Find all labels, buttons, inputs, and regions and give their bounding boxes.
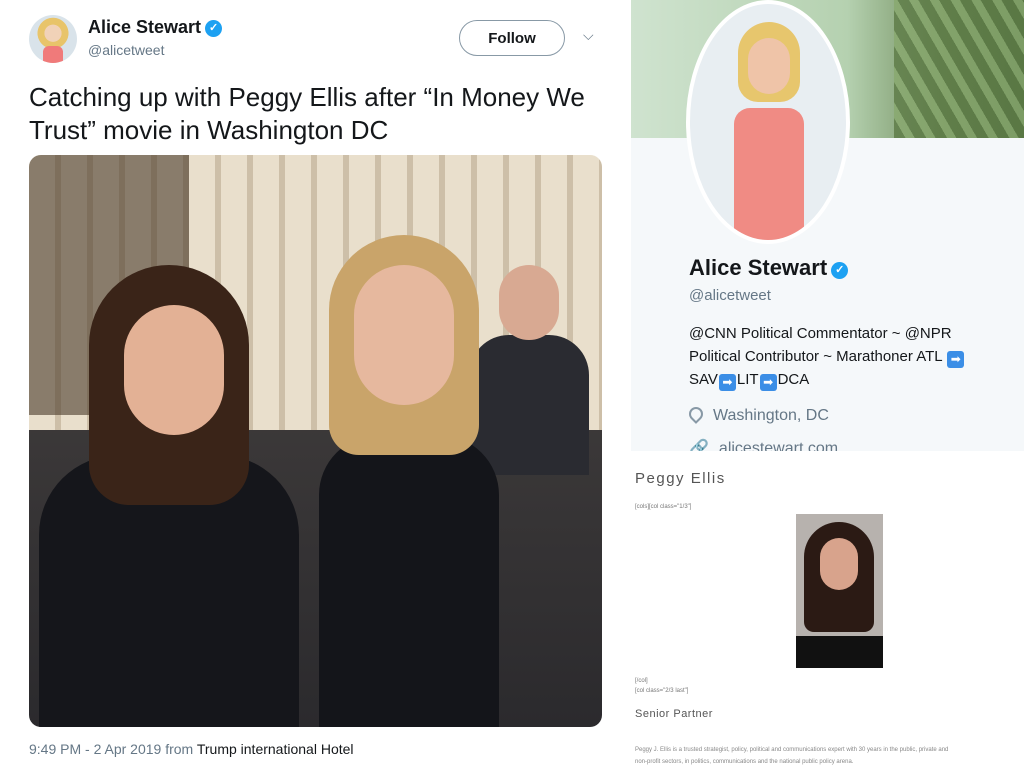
profile-avatar[interactable] (686, 0, 850, 244)
bio-page: Peggy Ellis [cols][col class="1/3"] [/co… (631, 460, 1024, 768)
right-arrow-icon: ➡ (718, 374, 736, 391)
author-name-text[interactable]: Alice Stewart (88, 17, 201, 37)
profile-location: Washington, DC (686, 404, 829, 425)
profile-website-text[interactable]: alicestewart.com (719, 440, 838, 451)
author-name[interactable]: Alice Stewart ✓ (88, 17, 223, 38)
bio-page-photo (796, 514, 883, 668)
follow-button[interactable]: Follow (459, 20, 565, 56)
tweet-meta: 9:49 PM - 2 Apr 2019 from Trump internat… (29, 741, 354, 757)
author-avatar[interactable] (29, 15, 77, 63)
link-icon: 🔗 (689, 440, 709, 451)
shortcode-text: [col class="2/3 last"] (635, 688, 689, 694)
tweet-text: Catching up with Peggy Ellis after “In M… (29, 82, 585, 145)
right-arrow-icon: ➡ (947, 351, 965, 368)
bio-airport-sav: SAV (689, 371, 718, 388)
bio-page-name: Peggy Ellis (635, 470, 726, 487)
photo-person-right (299, 235, 559, 727)
chevron-down-icon[interactable]: ⌵ (583, 27, 594, 44)
bio-line-3: SAV ➡ LIT ➡ DCA (689, 368, 1009, 391)
profile-name-text: Alice Stewart (689, 255, 828, 280)
shortcode-text: [cols][col class="1/3"] (635, 504, 692, 510)
verified-badge-icon: ✓ (205, 20, 223, 37)
author-handle[interactable]: @alicetweet (88, 42, 164, 58)
profile-website[interactable]: 🔗 alicestewart.com (689, 438, 838, 451)
profile-handle: @alicetweet (689, 287, 771, 304)
profile-card: Alice Stewart ✓ @alicetweet @CNN Politica… (631, 0, 1024, 451)
photo-person-left (39, 265, 299, 727)
tweet-timestamp[interactable]: 9:49 PM - 2 Apr 2019 from (29, 741, 193, 757)
tweet-source[interactable]: Trump international Hotel (197, 741, 354, 757)
bio-airport-dca: DCA (777, 371, 810, 388)
bio-desc-line-2: non-profit sectors, in politics, communi… (635, 759, 854, 765)
bio-airport-lit: LIT (736, 371, 759, 388)
profile-name: Alice Stewart ✓ (689, 255, 849, 281)
profile-bio: @CNN Political Commentator ~ @NPR Politi… (689, 322, 1009, 391)
bio-line-2: Political Contributor ~ Marathoner ATL ➡ (689, 345, 1009, 368)
bio-desc-line-1: Peggy J. Ellis is a trusted strategist, … (635, 747, 949, 753)
bio-page-title: Senior Partner (635, 708, 713, 720)
right-arrow-icon: ➡ (759, 374, 777, 391)
verified-badge-icon: ✓ (831, 262, 849, 279)
bio-page-description: Peggy J. Ellis is a trusted strategist, … (635, 744, 1024, 768)
location-pin-icon (686, 404, 706, 424)
tweet-photo[interactable] (29, 155, 602, 727)
tweet-card: Alice Stewart ✓ @alicetweet Follow ⌵ Catc… (0, 0, 624, 768)
bio-line-1: @CNN Political Commentator ~ @NPR (689, 325, 952, 342)
profile-location-text: Washington, DC (713, 407, 829, 424)
shortcode-text: [/col] (635, 678, 648, 684)
bio-line-2-text: Political Contributor ~ Marathoner ATL (689, 348, 943, 365)
